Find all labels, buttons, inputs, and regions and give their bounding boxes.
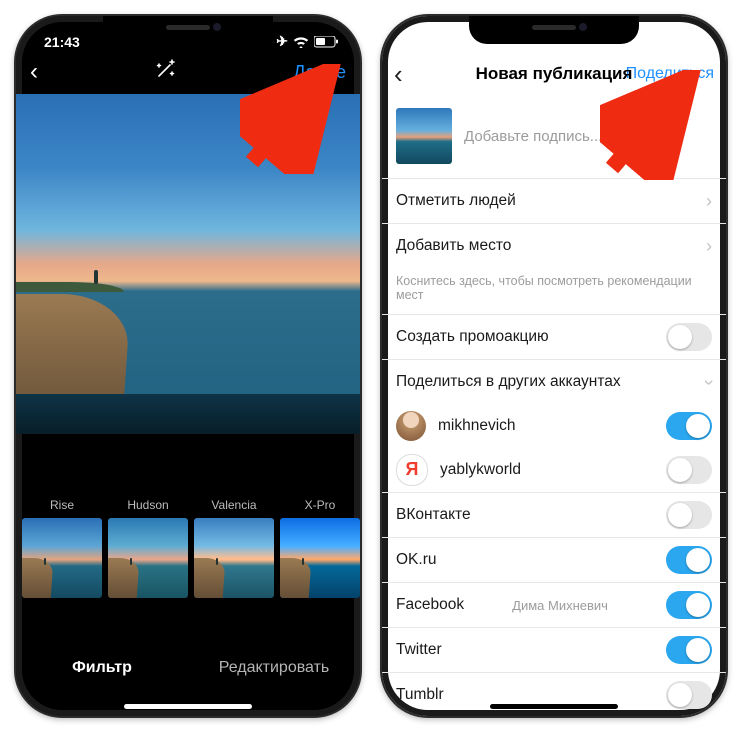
wifi-icon <box>293 36 309 48</box>
notch <box>103 16 273 44</box>
toggle-share[interactable] <box>666 681 712 709</box>
location-hint[interactable]: Коснитесь здесь, чтобы посмотреть рекоме… <box>382 268 726 314</box>
filter-thumb <box>22 518 102 598</box>
share-button[interactable]: Поделиться <box>626 65 714 83</box>
toggle-promo[interactable] <box>666 323 712 351</box>
row-share-other-accounts[interactable]: Поделиться в других аккаунтах › <box>382 359 726 404</box>
row-create-promo[interactable]: Создать промоакцию <box>382 314 726 359</box>
filter-label: X-Pro <box>280 498 360 512</box>
account-name: mikhnevich <box>438 417 516 435</box>
account-name: yablykworld <box>440 461 521 479</box>
share-ВКонтакте[interactable]: ВКонтакте <box>382 492 726 537</box>
filter-label: Rise <box>22 498 102 512</box>
toggle-share[interactable] <box>666 501 712 529</box>
share-target-name: Tumblr <box>396 686 444 704</box>
back-button[interactable]: ‹ <box>394 59 403 90</box>
toggle-share[interactable] <box>666 636 712 664</box>
filter-rise[interactable]: Rise <box>22 498 102 598</box>
magic-wand-icon[interactable] <box>155 58 177 86</box>
share-target-name: Twitter <box>396 641 442 659</box>
filter-label: Valencia <box>194 498 274 512</box>
caption-row: Добавьте подпись... <box>382 102 726 178</box>
row-add-location[interactable]: Добавить место › <box>382 223 726 268</box>
row-advanced-settings[interactable]: Расширенные настройки › <box>382 717 726 718</box>
phone-editor: 21:43 ✈ ‹ Далее RiseHudsonValenciaX-Pro … <box>14 14 362 718</box>
share-Twitter[interactable]: Twitter <box>382 627 726 672</box>
phone-new-post: ‹ Новая публикация Поделиться Добавьте п… <box>380 14 728 718</box>
filter-hudson[interactable]: Hudson <box>108 498 188 598</box>
notch <box>469 16 639 44</box>
chevron-down-icon: › <box>699 379 720 385</box>
filter-label: Hudson <box>108 498 188 512</box>
filter-valencia[interactable]: Valencia <box>194 498 274 598</box>
share-target-name: Facebook <box>396 596 464 614</box>
share-target-meta: Дима Михневич <box>512 598 608 613</box>
account-mikhnevich[interactable]: mikhnevich <box>382 404 726 448</box>
avatar <box>396 411 426 441</box>
home-indicator[interactable] <box>124 704 252 709</box>
toggle-account[interactable] <box>666 412 712 440</box>
filter-thumb <box>194 518 274 598</box>
share-OK.ru[interactable]: OK.ru <box>382 537 726 582</box>
row-label: Создать промоакцию <box>396 328 549 346</box>
caption-input[interactable]: Добавьте подпись... <box>464 128 602 145</box>
battery-icon <box>314 36 338 48</box>
share-Facebook[interactable]: Facebook Дима Михневич <box>382 582 726 627</box>
toggle-share[interactable] <box>666 546 712 574</box>
home-indicator[interactable] <box>490 704 618 709</box>
row-label: Добавить место <box>396 237 511 255</box>
chevron-right-icon: › <box>706 191 712 212</box>
avatar: Я <box>396 454 428 486</box>
status-time: 21:43 <box>44 34 80 50</box>
editor-tabs: Фильтр Редактировать <box>16 644 360 692</box>
airplane-icon: ✈ <box>276 33 288 50</box>
toggle-account[interactable] <box>666 456 712 484</box>
toggle-share[interactable] <box>666 591 712 619</box>
filter-thumb <box>280 518 360 598</box>
caption-thumbnail[interactable] <box>396 108 452 164</box>
row-tag-people[interactable]: Отметить людей › <box>382 178 726 223</box>
filter-x-pro[interactable]: X-Pro <box>280 498 360 598</box>
filter-strip[interactable]: Rise Hudson Valencia X-Pro <box>16 498 360 598</box>
editor-navbar: ‹ Далее <box>16 50 360 94</box>
filter-thumb <box>108 518 188 598</box>
chevron-right-icon: › <box>706 236 712 257</box>
back-button[interactable]: ‹ <box>30 60 38 84</box>
status-icons: ✈ <box>276 33 338 50</box>
newpost-navbar: ‹ Новая публикация Поделиться <box>382 46 726 102</box>
row-label: Отметить людей <box>396 192 516 210</box>
share-target-name: OK.ru <box>396 551 436 569</box>
tab-edit[interactable]: Редактировать <box>188 644 360 692</box>
next-button[interactable]: Далее <box>293 62 346 83</box>
share-target-name: ВКонтакте <box>396 506 471 524</box>
tab-filter[interactable]: Фильтр <box>16 644 188 692</box>
photo-preview[interactable] <box>16 94 360 434</box>
row-label: Поделиться в других аккаунтах <box>396 373 621 391</box>
account-yablykworld[interactable]: Яyablykworld <box>382 448 726 492</box>
share-Tumblr[interactable]: Tumblr <box>382 672 726 717</box>
